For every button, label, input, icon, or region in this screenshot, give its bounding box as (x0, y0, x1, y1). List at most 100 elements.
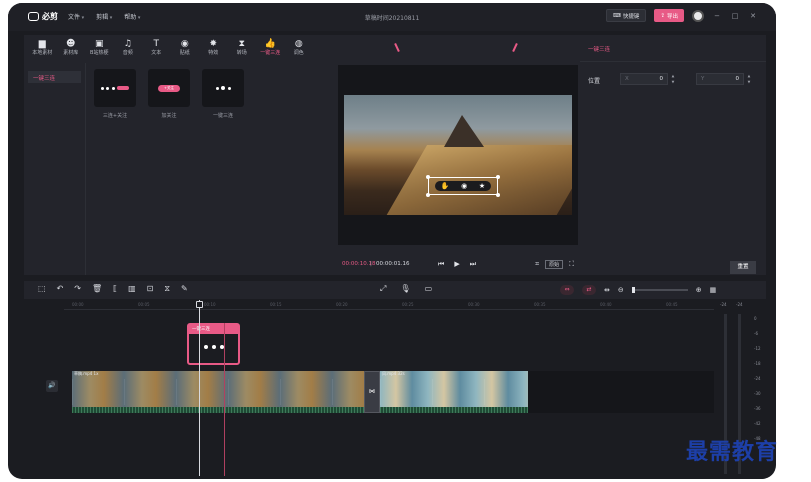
triple-icons-graphic (215, 86, 231, 90)
crop-icon[interactable]: ⌗ (535, 260, 539, 269)
capture-tools: ⤢ 🎙 ▭ (380, 284, 432, 294)
tab-face[interactable]: ☻ 素材库 (57, 35, 86, 61)
close-icon[interactable]: ✕ (748, 12, 758, 20)
tab-palette[interactable]: ◍ 调色 (285, 35, 314, 61)
app-window: 必剪 文件 剪辑 帮助 草稿时间20210811 ⌨ 快捷键 ⇪ 导出 − □ … (8, 3, 776, 479)
asset-item[interactable]: 一键三连 (202, 69, 244, 119)
fit-timeline-icon[interactable]: ⇹ (604, 286, 610, 294)
empty-track-area[interactable] (528, 371, 714, 413)
x-stepper-icon[interactable]: ▲ ▼ (670, 73, 676, 85)
category-item-one-click-triple[interactable]: 一键三连 (28, 71, 81, 83)
video-clip[interactable]: 风.mp4 32s (380, 371, 528, 413)
time-separator: | (370, 261, 372, 267)
resize-handle[interactable] (496, 175, 500, 179)
camera-icon[interactable]: ▭ (425, 284, 433, 294)
preview-stage[interactable]: ✋ ◉ ★ (338, 65, 578, 245)
sticker-selection-box[interactable]: ✋ ◉ ★ (426, 175, 500, 197)
mirror-icon[interactable]: ⧖ (164, 284, 170, 294)
asset-thumbnail[interactable] (202, 69, 244, 107)
keyboard-icon: ⌨ (612, 12, 621, 19)
media-panel: ▆ 本地素材 ☻ 素材库 ▣ B站热梗 ♫ 音频 T 文本 ◉ 贴纸 ✸ 特效 ⧗ 转场 👍 一键三连 ◍ 调色 一键… (24, 35, 336, 275)
asset-item[interactable]: 三连+关注 (94, 69, 136, 119)
tab-thumbs-up[interactable]: 👍 一键三连 (256, 35, 285, 61)
ruler-tick: 00:35 (534, 302, 546, 307)
freeze-frame-icon[interactable]: ▥ (128, 284, 136, 294)
ratio-button[interactable]: 原始 (545, 259, 564, 269)
tab-music[interactable]: ♫ 音频 (114, 35, 143, 61)
playhead[interactable] (199, 300, 200, 476)
resize-handle[interactable] (426, 175, 430, 179)
clip-label: 草稿.mp4 1x (74, 371, 99, 376)
asset-grid: 三连+关注 +关注 加关注 一键三连 (94, 69, 244, 119)
microphone-icon[interactable]: 🎙 (400, 284, 410, 294)
preview-panel: ✋ ◉ ★ 00:00:10.18 | 00:00:01.16 ⏮ ▶ ⏭ ⌗ … (334, 35, 582, 275)
tab-label: 本地素材 (32, 50, 53, 56)
sticker-icon: ◉ (180, 39, 189, 49)
dot-icon (106, 86, 110, 90)
y-stepper-icon[interactable]: ▲ ▼ (746, 73, 752, 85)
meter-level-label: -24 (720, 302, 727, 307)
ruler-tick: 00:05 (138, 302, 150, 307)
select-tool-icon[interactable]: ⬚ (38, 284, 46, 294)
tab-transition[interactable]: ⧗ 转场 (228, 35, 257, 61)
video-clip[interactable]: 草稿.mp4 1x (72, 371, 364, 413)
ruler-tick: 00:15 (270, 302, 282, 307)
zoom-in-icon[interactable]: ⊕ (696, 286, 702, 294)
shortcut-button[interactable]: ⌨ 快捷键 (605, 9, 647, 22)
x-value: 0 (659, 76, 664, 82)
timeline-toolbar: ⬚ ↶ ↷ 🗑 ⟦ ▥ ⊡ ⧖ ✎ ⤢ 🎙 ▭ ⇔ ⇄ ⇹ ⊖ ⊕ ▦ (24, 281, 766, 299)
tab-tv[interactable]: ▣ B站热梗 (85, 35, 114, 61)
resize-handle[interactable] (426, 193, 430, 197)
link-toggle-icon[interactable]: ⇔ (560, 285, 574, 295)
position-y-field[interactable]: Y 0 (696, 73, 744, 85)
clip-frames (380, 379, 528, 405)
minimize-icon[interactable]: − (712, 12, 722, 20)
asset-thumbnail[interactable] (94, 69, 136, 107)
fit-icon[interactable]: ⤢ (380, 284, 386, 294)
tab-label: 素材库 (63, 50, 79, 56)
clip-label: 风.mp4 32s (382, 371, 405, 376)
play-icon[interactable]: ▶ (454, 260, 459, 269)
timeline[interactable]: 00:00 00:05 00:10 00:15 00:20 00:25 00:30 00:35… (24, 300, 766, 479)
palette-icon: ◍ (294, 39, 303, 49)
tab-sticker[interactable]: ◉ 贴纸 (171, 35, 200, 61)
tab-text[interactable]: T 文本 (142, 35, 171, 61)
transition-icon[interactable]: ⋈ (364, 371, 380, 413)
watermark: 最需教育 (686, 439, 779, 465)
next-frame-icon[interactable]: ⏭ (470, 260, 476, 269)
follow-pill: +关注 (158, 84, 180, 92)
maximize-icon[interactable]: □ (730, 12, 740, 20)
undo-icon[interactable]: ↶ (57, 284, 64, 294)
export-icon: ⇪ (660, 12, 665, 19)
replace-icon[interactable]: ⊡ (147, 284, 154, 294)
position-x-field[interactable]: X 0 (620, 73, 668, 85)
properties-title: 一键三连 (588, 47, 611, 53)
time-ruler[interactable]: 00:00 00:05 00:10 00:15 00:20 00:25 00:30 00:35… (64, 300, 714, 310)
track-mute-icon[interactable]: 🔊 (46, 380, 58, 392)
export-button[interactable]: ⇪ 导出 (654, 9, 684, 22)
snap-toggle-icon[interactable]: ⇄ (582, 285, 596, 295)
title-bar: 必剪 文件 剪辑 帮助 草稿时间20210811 ⌨ 快捷键 ⇪ 导出 − □ … (8, 3, 776, 31)
sticker-clip[interactable]: 一键三连 (187, 323, 240, 365)
avatar[interactable] (692, 9, 704, 22)
reset-button[interactable]: 重置 (730, 261, 756, 274)
resize-handle[interactable] (496, 193, 500, 197)
redo-icon[interactable]: ↷ (74, 284, 81, 294)
zoom-out-icon[interactable]: ⊖ (618, 286, 624, 294)
delete-icon[interactable]: 🗑 (92, 284, 102, 294)
tab-effects[interactable]: ✸ 特效 (199, 35, 228, 61)
star-icon (219, 345, 224, 349)
tab-label: 特效 (208, 50, 219, 56)
pin-icon[interactable]: ✎ (181, 284, 188, 294)
tab-folder[interactable]: ▆ 本地素材 (28, 35, 57, 61)
previous-frame-icon[interactable]: ⏮ (438, 260, 444, 269)
fullscreen-icon[interactable]: ⛶ (569, 260, 574, 269)
asset-item[interactable]: +关注 加关注 (148, 69, 190, 119)
playhead-handle[interactable] (196, 301, 203, 308)
asset-thumbnail[interactable]: +关注 (148, 69, 190, 107)
meter-level-label: -6 (754, 331, 758, 336)
split-icon[interactable]: ⟦ (113, 284, 117, 294)
zoom-slider[interactable] (631, 287, 688, 293)
grid-icon[interactable]: ▦ (710, 286, 717, 294)
total-time: 00:00:01.16 (376, 261, 410, 267)
